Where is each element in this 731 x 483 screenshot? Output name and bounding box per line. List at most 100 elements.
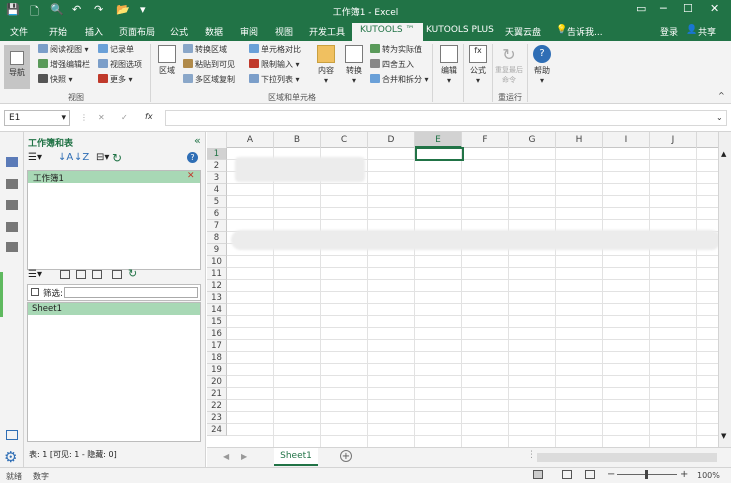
hide-sheet-icon[interactable] xyxy=(112,270,122,279)
convert-range-button[interactable]: 转换区域 xyxy=(183,44,227,55)
horizontal-scrollbar[interactable] xyxy=(537,453,717,462)
zoom-level[interactable]: 100% xyxy=(697,471,720,480)
row-header[interactable]: 2 xyxy=(207,160,227,172)
row-header[interactable]: 6 xyxy=(207,208,227,220)
share-button[interactable]: 共享 xyxy=(698,25,716,38)
tab-kutools-plus[interactable]: KUTOOLS PLUS xyxy=(426,25,494,35)
row-header[interactable]: 5 xyxy=(207,196,227,208)
tab-splitter-icon[interactable]: ⋮ xyxy=(527,450,536,460)
enhanced-edit-bar-button[interactable]: 增强编辑栏 xyxy=(38,59,90,70)
rename-sheet-icon[interactable] xyxy=(92,270,102,279)
tab-review[interactable]: 审阅 xyxy=(240,25,258,38)
insert-function-icon[interactable]: fx xyxy=(145,112,153,121)
range-button[interactable]: 区域 xyxy=(155,45,179,76)
column-header[interactable]: C xyxy=(321,132,368,148)
refresh-icon[interactable]: ↻ xyxy=(112,151,122,165)
row-header[interactable]: 20 xyxy=(207,376,227,388)
row-header[interactable]: 24 xyxy=(207,424,227,436)
row-header[interactable]: 4 xyxy=(207,184,227,196)
column-header[interactable]: E xyxy=(415,132,462,148)
tab-view[interactable]: 视图 xyxy=(275,25,293,38)
merge-split-button[interactable]: 合并和拆分 ▾ xyxy=(370,74,429,85)
list-view-icon[interactable]: ☰▾ xyxy=(28,152,42,163)
rerun-button[interactable]: ↻ 重复最后命令 xyxy=(495,45,523,85)
maximize-button[interactable]: ☐ xyxy=(683,2,693,15)
name-manager-icon[interactable] xyxy=(6,200,18,210)
row-header[interactable]: 3 xyxy=(207,172,227,184)
paste-visible-button[interactable]: 粘贴到可见 xyxy=(183,59,235,70)
row-header[interactable]: 17 xyxy=(207,340,227,352)
sheet-tab-sheet1[interactable]: Sheet1 xyxy=(274,448,318,466)
tell-me-icon[interactable]: 💡 xyxy=(556,25,567,35)
column-header[interactable]: J xyxy=(650,132,697,148)
refresh-sheets-icon[interactable]: ↻ xyxy=(128,267,137,280)
find-replace-icon[interactable] xyxy=(6,242,18,252)
column-header[interactable]: I xyxy=(603,132,650,148)
formula-input[interactable] xyxy=(165,110,727,126)
row-header[interactable]: 19 xyxy=(207,364,227,376)
filter-checkbox[interactable] xyxy=(31,288,39,296)
tell-me-input[interactable]: 告诉我... xyxy=(567,25,603,38)
row-header[interactable]: 21 xyxy=(207,388,227,400)
column-header[interactable]: H xyxy=(556,132,603,148)
sheet-list-view-icon[interactable]: ☰▾ xyxy=(28,269,42,280)
row-header[interactable]: 8 xyxy=(207,232,227,244)
worksheet-grid[interactable]: ABCDEFGHIJ 1 2 3 4 5 6 7 8 9 10 11 12 13 14 15 16 17 18 19… xyxy=(207,132,727,447)
row-header[interactable]: 14 xyxy=(207,304,227,316)
sort-desc-icon[interactable]: ↓Z xyxy=(74,152,89,163)
workbook-item-label[interactable]: 工作簿1 xyxy=(33,172,64,184)
column-header[interactable]: G xyxy=(509,132,556,148)
row-header[interactable]: 10 xyxy=(207,256,227,268)
ribbon-display-button[interactable]: ▭ xyxy=(636,2,646,15)
column-list-icon[interactable] xyxy=(6,222,18,232)
tab-data[interactable]: 数据 xyxy=(205,25,223,38)
dropdown-list-button[interactable]: 下拉列表 ▾ xyxy=(249,74,300,85)
name-box[interactable]: E1 ▾ xyxy=(4,110,70,126)
page-break-view-icon[interactable] xyxy=(585,470,595,479)
zoom-out-icon[interactable]: − xyxy=(607,469,615,480)
content-button[interactable]: 内容 ▾ xyxy=(313,45,339,85)
row-header[interactable]: 11 xyxy=(207,268,227,280)
selected-cell-e1[interactable] xyxy=(415,147,464,161)
column-header[interactable]: F xyxy=(462,132,509,148)
page-layout-view-icon[interactable] xyxy=(562,470,572,479)
sort-asc-icon[interactable]: ↓A xyxy=(58,152,73,163)
open-link-icon[interactable] xyxy=(6,430,18,440)
scroll-up-icon[interactable]: ▲ xyxy=(721,150,726,158)
row-header[interactable]: 18 xyxy=(207,352,227,364)
view-options-button[interactable]: 视图选项 xyxy=(98,59,142,70)
edit-button[interactable]: 编辑 ▾ xyxy=(437,45,461,85)
formula-button[interactable]: fx 公式 ▾ xyxy=(466,45,490,85)
add-sheet-icon[interactable]: + xyxy=(340,450,352,462)
close-button[interactable]: ✕ xyxy=(710,2,719,15)
minimize-button[interactable]: ─ xyxy=(660,2,667,15)
reading-view-button[interactable]: 阅读视图 ▾ xyxy=(38,44,89,55)
cancel-icon[interactable]: ✕ xyxy=(98,113,105,122)
enter-icon[interactable]: ✓ xyxy=(121,113,128,122)
signin-link[interactable]: 登录 xyxy=(660,25,678,38)
tab-formulas[interactable]: 公式 xyxy=(170,25,188,38)
close-workbook-icon[interactable]: ✕ xyxy=(187,171,195,181)
to-actual-button[interactable]: 转为实际值 xyxy=(370,44,422,55)
row-header[interactable]: 9 xyxy=(207,244,227,256)
row-header[interactable]: 12 xyxy=(207,280,227,292)
tab-page-layout[interactable]: 页面布局 xyxy=(119,25,155,38)
help-button[interactable]: ? 帮助 ▾ xyxy=(530,45,554,85)
help-circle-icon[interactable]: ? xyxy=(187,152,198,163)
tab-developer[interactable]: 开发工具 xyxy=(309,25,345,38)
row-header[interactable]: 13 xyxy=(207,292,227,304)
prev-sheet-icon[interactable]: ◀ xyxy=(223,452,229,461)
filter-icon[interactable]: ⊟▾ xyxy=(96,152,109,163)
row-header[interactable]: 22 xyxy=(207,400,227,412)
tab-insert[interactable]: 插入 xyxy=(85,25,103,38)
row-header[interactable]: 15 xyxy=(207,316,227,328)
splitter-handle[interactable] xyxy=(0,272,3,317)
expand-formula-icon[interactable]: ⌄ xyxy=(716,113,723,122)
tab-kutools[interactable]: KUTOOLS ™ xyxy=(352,23,423,41)
autotext-icon[interactable] xyxy=(6,179,18,189)
tab-file[interactable]: 文件 xyxy=(10,25,28,38)
navigation-button[interactable]: 导航 xyxy=(4,45,30,89)
settings-gear-icon[interactable]: ⚙ xyxy=(4,448,17,466)
convert-button[interactable]: 转换 ▾ xyxy=(342,45,366,85)
tab-home[interactable]: 开始 xyxy=(49,25,67,38)
